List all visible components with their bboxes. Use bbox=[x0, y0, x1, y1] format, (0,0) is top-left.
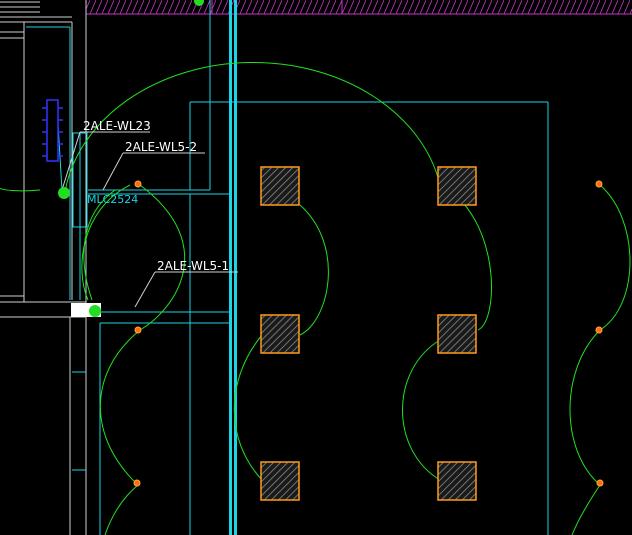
light-fixture-icon bbox=[596, 479, 604, 487]
circuit-label-wl5-1: 2ALE-WL5-1 bbox=[157, 259, 229, 273]
top-border-strip bbox=[86, 0, 632, 15]
light-fixture-icon bbox=[595, 326, 603, 334]
column bbox=[260, 314, 300, 354]
junction-node-icon bbox=[89, 305, 101, 317]
light-fixture-icon bbox=[134, 180, 142, 188]
circuit-label-wl23: 2ALE-WL23 bbox=[83, 119, 151, 133]
light-arcs bbox=[0, 61, 631, 535]
panel-label: MLC2524 bbox=[87, 193, 138, 206]
fixture-dots bbox=[133, 180, 604, 487]
main-column-wall bbox=[229, 0, 237, 535]
cad-drawing-canvas[interactable]: 2ALE-WL23 2ALE-WL5-2 2ALE-WL5-1 MLC2524 bbox=[0, 0, 632, 535]
cyan-walls bbox=[26, 0, 549, 535]
light-fixture-icon bbox=[595, 180, 603, 188]
column bbox=[260, 166, 300, 206]
light-fixture-icon bbox=[134, 326, 142, 334]
column bbox=[437, 314, 477, 354]
column bbox=[437, 461, 477, 501]
floor-plan: 2ALE-WL23 2ALE-WL5-2 2ALE-WL5-1 MLC2524 bbox=[0, 0, 632, 535]
junction-node-icon bbox=[58, 187, 70, 199]
light-fixture-icon bbox=[133, 479, 141, 487]
column bbox=[260, 461, 300, 501]
column bbox=[437, 166, 477, 206]
circuit-label-wl5-2: 2ALE-WL5-2 bbox=[125, 140, 197, 154]
structural-columns bbox=[260, 166, 477, 501]
left-wall-structure bbox=[0, 0, 101, 535]
